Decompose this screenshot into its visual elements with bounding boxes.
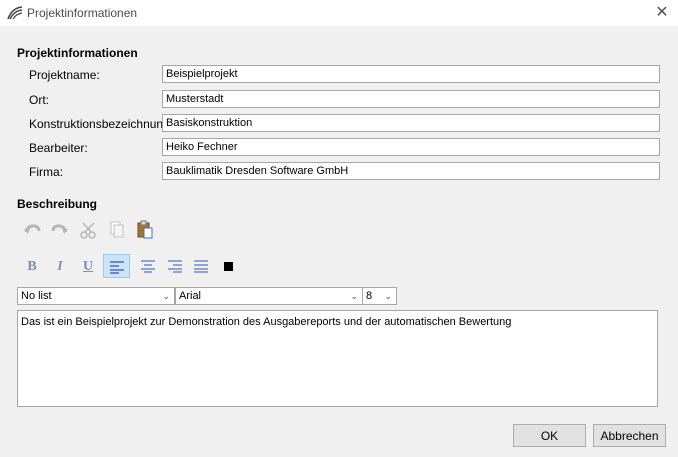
cancel-button[interactable]: Abbrechen: [593, 424, 666, 447]
window-title: Projektinformationen: [27, 6, 138, 20]
projektname-input[interactable]: Beispielprojekt: [162, 65, 660, 83]
description-text-area[interactable]: Das ist ein Beispielprojekt zur Demonstr…: [17, 310, 658, 407]
italic-button[interactable]: I: [48, 255, 72, 277]
font-size-value: 8: [366, 290, 373, 302]
close-button[interactable]: ✕: [650, 1, 674, 25]
paste-icon[interactable]: [135, 220, 155, 240]
ort-input[interactable]: Musterstadt: [162, 90, 660, 108]
align-justify-icon: [194, 260, 208, 273]
text-color-button[interactable]: [216, 255, 240, 277]
list-style-select[interactable]: No list ⌄: [17, 287, 175, 305]
list-style-value: No list: [21, 290, 52, 302]
align-center-icon: [141, 260, 155, 273]
redo-icon[interactable]: [50, 220, 70, 240]
chevron-down-icon: ⌄: [162, 291, 170, 301]
title-bar: Projektinformationen ✕: [0, 0, 678, 26]
bold-icon: B: [27, 259, 37, 274]
align-right-icon: [168, 260, 182, 273]
chevron-down-icon: ⌄: [350, 291, 358, 301]
konstruktionsbezeichnung-input[interactable]: Basiskonstruktion: [162, 114, 660, 132]
chevron-down-icon: ⌄: [384, 291, 392, 301]
underline-button[interactable]: U: [76, 255, 100, 277]
text-color-icon: [223, 262, 233, 272]
cut-icon[interactable]: [79, 220, 99, 240]
font-family-select[interactable]: Arial ⌄: [175, 287, 363, 305]
align-left-icon: [109, 261, 124, 274]
align-justify-button[interactable]: [189, 255, 213, 277]
bearbeiter-input[interactable]: Heiko Fechner: [162, 138, 660, 156]
underline-icon: U: [82, 259, 94, 274]
project-info-heading: Projektinformationen: [17, 46, 138, 60]
ort-label: Ort:: [29, 93, 49, 107]
projektname-label: Projektname:: [29, 68, 100, 82]
align-right-button[interactable]: [163, 255, 187, 277]
bearbeiter-label: Bearbeiter:: [29, 141, 88, 155]
undo-icon[interactable]: [22, 220, 42, 240]
firma-input[interactable]: Bauklimatik Dresden Software GmbH: [162, 162, 660, 180]
konstruktionsbezeichnung-label: Konstruktionsbezeichnung:: [29, 117, 174, 131]
firma-label: Firma:: [29, 165, 63, 179]
description-heading: Beschreibung: [17, 197, 98, 211]
copy-icon[interactable]: [107, 220, 127, 240]
app-logo-icon: [7, 6, 23, 20]
align-center-button[interactable]: [136, 255, 160, 277]
bold-button[interactable]: B: [20, 255, 44, 277]
font-size-select[interactable]: 8 ⌄: [362, 287, 397, 305]
ok-button[interactable]: OK: [513, 424, 586, 447]
align-left-button[interactable]: [103, 254, 130, 278]
font-family-value: Arial: [179, 290, 202, 302]
italic-icon: I: [57, 259, 63, 274]
